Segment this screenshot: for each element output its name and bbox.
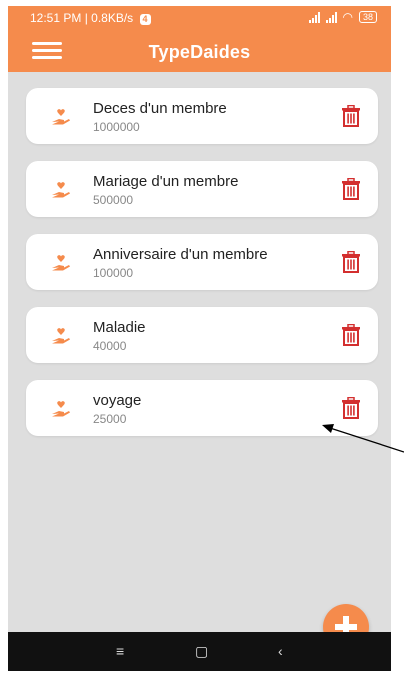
battery-icon: 38 [358,11,377,23]
hand-heart-icon [52,255,70,271]
trash-icon[interactable] [341,178,361,200]
status-time-text: 12:51 PM | 0.8KB/s [30,11,134,25]
status-bar: 12:51 PM | 0.8KB/s 4 ◠ 38 [8,6,391,30]
hand-heart-icon [52,401,70,417]
item-title: Maladie [93,319,146,336]
item-amount: 100000 [93,266,134,280]
item-amount: 40000 [93,339,127,353]
signal-icon [325,11,337,23]
item-amount: 25000 [93,412,127,426]
hand-heart-icon [52,109,70,125]
list-item[interactable]: Anniversaire d'un membre 100000 [26,234,378,290]
phone-screen: 12:51 PM | 0.8KB/s 4 ◠ 38 TypeDaides Dec… [8,6,391,671]
item-title: voyage [93,392,142,409]
item-amount: 1000000 [93,120,140,134]
home-icon[interactable]: ▢ [195,643,208,660]
list-item[interactable]: voyage 25000 [26,380,378,436]
hand-heart-icon [52,182,70,198]
item-title: Mariage d'un membre [93,173,239,190]
list-item[interactable]: Deces d'un membre 1000000 [26,88,378,144]
recent-apps-icon[interactable]: ≡ [116,643,124,659]
trash-icon[interactable] [341,105,361,127]
list-item[interactable]: Maladie 40000 [26,307,378,363]
hand-heart-icon [52,328,70,344]
item-title: Deces d'un membre [93,100,227,117]
list-item[interactable]: Mariage d'un membre 500000 [26,161,378,217]
trash-icon[interactable] [341,251,361,273]
system-navigation-bar: ≡ ▢ ‹ [8,632,391,671]
status-time: 12:51 PM | 0.8KB/s 4 [30,11,151,25]
page-title: TypeDaides [148,42,251,62]
aid-type-list: Deces d'un membre 1000000 Mariage d'un m… [26,88,378,453]
wifi-icon: ◠ [342,10,353,24]
status-icons: ◠ 38 [308,10,377,24]
trash-icon[interactable] [341,397,361,419]
notification-badge: 4 [139,14,151,25]
app-bar: TypeDaides [8,30,391,72]
signal-icon [308,11,320,23]
item-title: Anniversaire d'un membre [93,246,268,263]
trash-icon[interactable] [341,324,361,346]
item-amount: 500000 [93,193,134,207]
back-icon[interactable]: ‹ [278,643,283,659]
